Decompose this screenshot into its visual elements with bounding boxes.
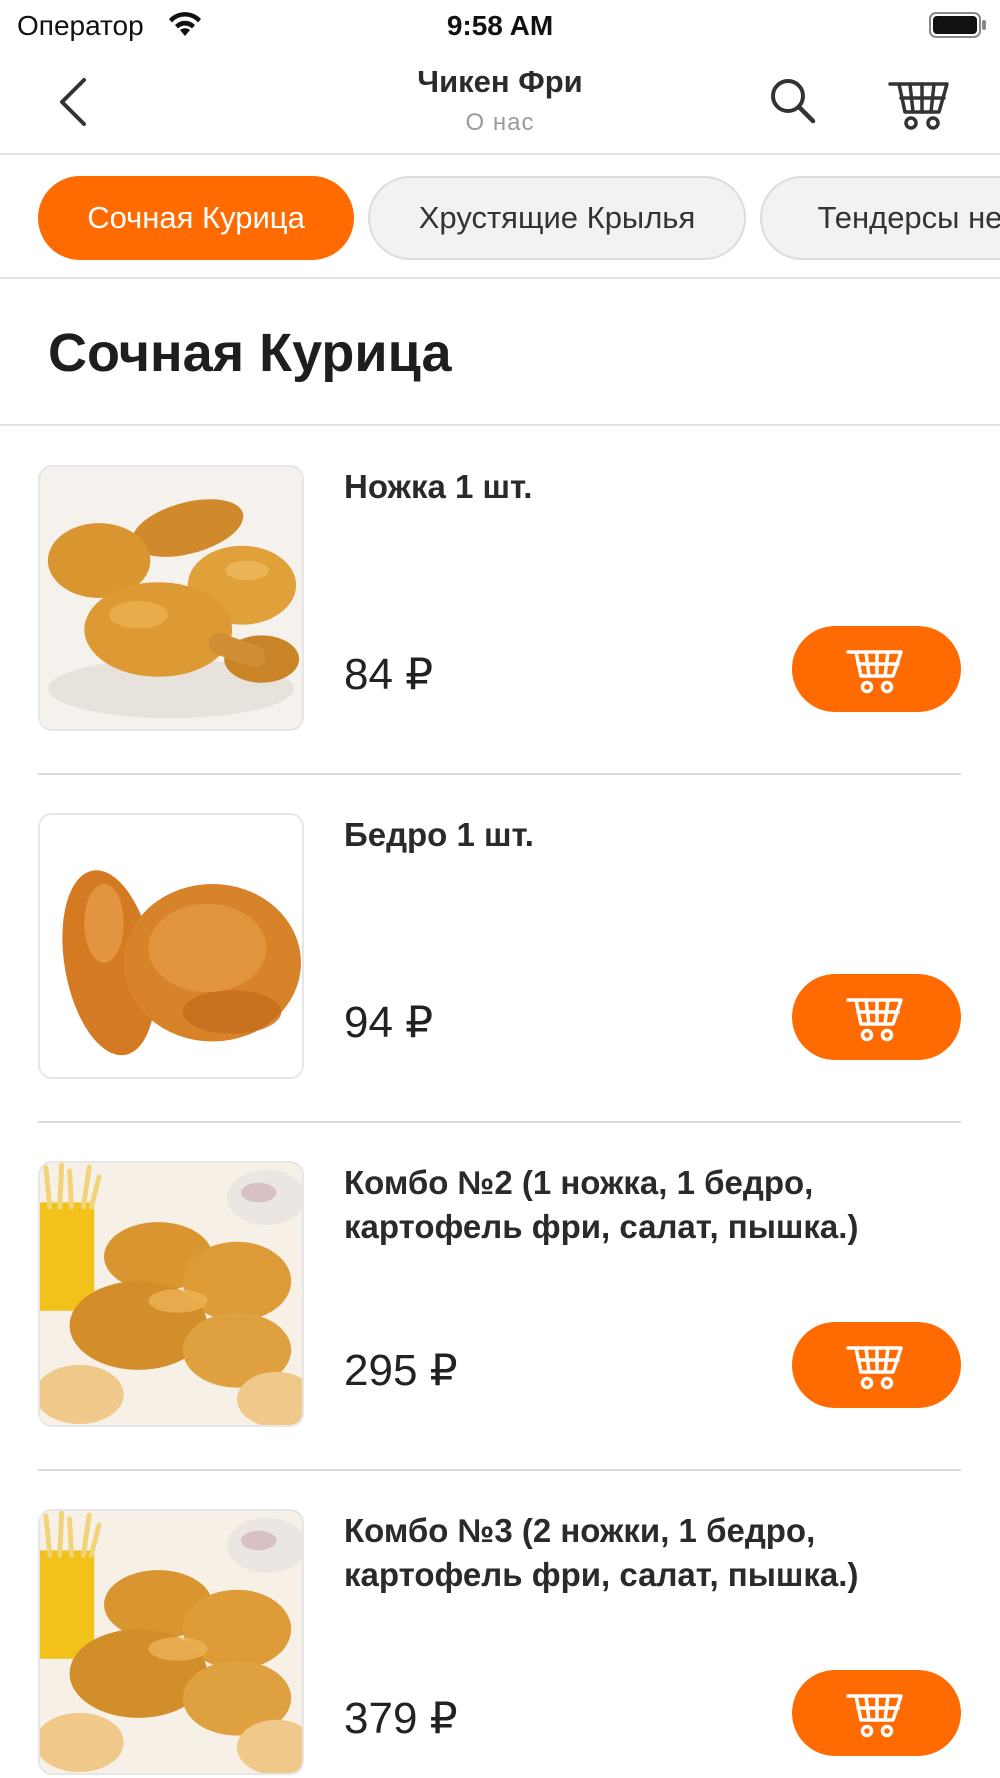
- product-item[interactable]: Ножка 1 шт. 84 ₽: [0, 427, 1000, 775]
- cart-icon: [846, 1346, 903, 1390]
- product-price: 379 ₽: [344, 1694, 458, 1743]
- add-to-cart-button[interactable]: [792, 626, 961, 712]
- product-item[interactable]: Комбо №2 (1 ножка, 1 бедро, картофель фр…: [0, 1123, 1000, 1471]
- product-name: Ножка 1 шт.: [344, 468, 533, 505]
- clock: 9:58 AM: [446, 10, 554, 41]
- add-to-cart-button[interactable]: [792, 1322, 961, 1408]
- category-tabs: Сочная Курица Хрустящие Крылья Тендерсы …: [0, 157, 1000, 279]
- section-title: Сочная Курица: [48, 323, 452, 383]
- section-header: Сочная Курица: [0, 279, 1000, 426]
- product-price: 84 ₽: [344, 650, 434, 699]
- status-bar: Оператор 9:58 AM: [0, 0, 1000, 50]
- battery-icon: [929, 12, 986, 38]
- search-button[interactable]: [765, 74, 821, 130]
- add-to-cart-button[interactable]: [792, 974, 961, 1060]
- cart-icon: [888, 82, 949, 130]
- tab-juicy-chicken[interactable]: Сочная Курица: [38, 176, 354, 260]
- cart-icon: [846, 650, 903, 694]
- product-item[interactable]: Бедро 1 шт. 94 ₽: [0, 775, 1000, 1123]
- search-icon: [771, 79, 816, 124]
- product-image: [38, 465, 304, 731]
- cart-icon: [846, 998, 903, 1042]
- product-price: 295 ₽: [344, 1346, 458, 1395]
- combo-platter-image: [40, 1163, 302, 1425]
- tab-crispy-wings[interactable]: Хрустящие Крылья: [368, 176, 746, 260]
- product-name: Бедро 1 шт.: [344, 816, 534, 853]
- tab-tenders[interactable]: Тендерсы не: [760, 176, 1000, 260]
- chicken-thigh-image: [40, 815, 302, 1077]
- combo-platter-image: [40, 1511, 302, 1773]
- chicken-drumsticks-image: [40, 467, 302, 729]
- page-title: Чикен Фри: [417, 64, 583, 99]
- product-image: [38, 1509, 304, 1775]
- product-price: 94 ₽: [344, 998, 434, 1047]
- cart-icon: [846, 1694, 903, 1738]
- product-item[interactable]: Комбо №3 (2 ножки, 1 бедро, картофель фр…: [0, 1471, 1000, 1778]
- product-image: [38, 1161, 304, 1427]
- about-link[interactable]: О нас: [0, 109, 1000, 137]
- product-name: Комбо №2 (1 ножка, 1 бедро, картофель фр…: [344, 1164, 859, 1245]
- add-to-cart-button[interactable]: [792, 1670, 961, 1756]
- product-image: [38, 813, 304, 1079]
- product-name: Комбо №3 (2 ножки, 1 бедро, картофель фр…: [344, 1512, 859, 1593]
- nav-header: Чикен Фри О нас: [0, 50, 1000, 155]
- cart-button[interactable]: [887, 72, 953, 132]
